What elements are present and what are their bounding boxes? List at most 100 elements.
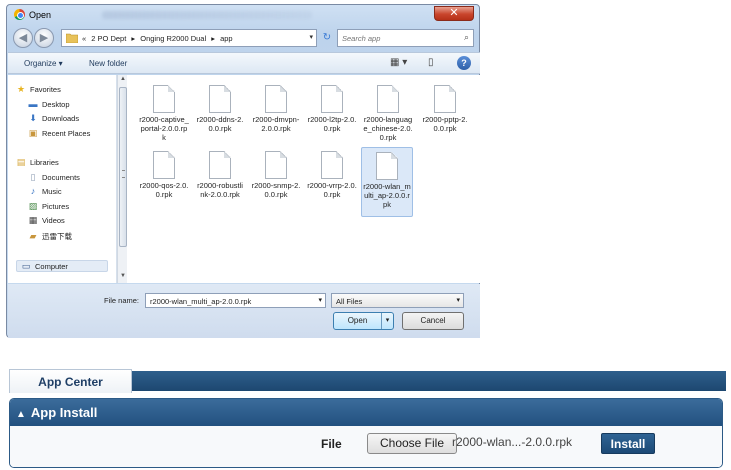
app-install-body: File Choose File r2000-wlan...-2.0.0.rpk… <box>10 426 722 467</box>
forward-button[interactable]: ▶ <box>34 28 54 48</box>
nav-favorites[interactable]: ★ Favorites <box>16 85 61 95</box>
file-icon <box>265 85 287 113</box>
address-row: ◀ ▶ « 2 PO Dept ▸ Onging R2000 Dual ▸ ap… <box>7 25 479 53</box>
pictures-icon: ▨ <box>28 201 38 211</box>
file-list: r2000-captive_portal-2.0.0.rpk r2000-ddn… <box>127 75 480 283</box>
file-item[interactable]: r2000-vrrp-2.0.0.rpk <box>306 147 358 199</box>
file-item[interactable]: r2000-robustlink-2.0.0.rpk <box>194 147 246 199</box>
recent-places-icon: ▣ <box>28 128 38 138</box>
file-icon <box>153 151 175 179</box>
nav-libraries[interactable]: ▤ Libraries <box>16 157 59 168</box>
breadcrumb-2-po-dept[interactable]: 2 PO Dept <box>91 34 126 43</box>
breadcrumb-app[interactable]: app <box>220 34 233 43</box>
forward-arrow-icon: ▶ <box>39 32 49 44</box>
file-name: r2000-dmvpn-2.0.0.rpk <box>252 115 300 133</box>
file-name: r2000-wlan_multi_ap-2.0.0.rpk <box>363 182 411 209</box>
nav-recent-places[interactable]: ▣ Recent Places <box>28 128 91 139</box>
nav-videos[interactable]: ▦ Videos <box>28 215 65 226</box>
file-name: r2000-l2tp-2.0.0.rpk <box>307 115 357 133</box>
file-icon <box>376 152 398 180</box>
install-button[interactable]: Install <box>601 433 655 454</box>
close-button[interactable]: ✕ <box>434 6 474 21</box>
nav-label: Favorites <box>30 85 61 94</box>
folder-icon: ▰ <box>29 231 37 241</box>
address-bar[interactable]: « 2 PO Dept ▸ Onging R2000 Dual ▸ app ▾ <box>61 29 317 47</box>
file-icon <box>321 85 343 113</box>
search-icon[interactable]: ⌕ <box>464 32 469 43</box>
file-item[interactable]: r2000-ddns-2.0.0.rpk <box>194 81 246 133</box>
address-history-dropdown[interactable]: ▾ <box>309 33 313 41</box>
file-icon <box>265 151 287 179</box>
file-name: r2000-vrrp-2.0.0.rpk <box>307 181 357 199</box>
nav-downloads[interactable]: ⬇ Downloads <box>28 113 80 124</box>
scroll-grip <box>122 170 125 178</box>
nav-label: Recent Places <box>42 129 91 138</box>
breadcrumb: « 2 PO Dept ▸ Onging R2000 Dual ▸ app <box>82 34 236 43</box>
file-item[interactable]: r2000-qos-2.0.0.rpk <box>138 147 190 199</box>
help-icon[interactable]: ? <box>457 56 471 70</box>
file-type-select[interactable]: All Files ▾ <box>331 293 464 308</box>
app-install-panel: ▲ App Install File Choose File r2000-wlan… <box>9 398 723 468</box>
file-item-selected[interactable]: r2000-wlan_multi_ap-2.0.0.rpk <box>361 147 413 217</box>
screenshot-root: Open ✕ ◀ ▶ « 2 PO Dept ▸ Onging R2000 Du… <box>0 0 731 470</box>
file-icon <box>434 85 456 113</box>
collapse-caret-icon[interactable]: ▲ <box>16 401 26 428</box>
choose-file-button[interactable]: Choose File <box>367 433 457 454</box>
file-item[interactable]: r2000-captive_portal-2.0.0.rpk <box>138 81 190 142</box>
nav-label: Pictures <box>42 202 70 211</box>
file-icon <box>321 151 343 179</box>
section-title: App Install <box>30 405 98 420</box>
navigation-pane: ★ Favorites ▬ Desktop ⬇ Downloads ▣ Rece… <box>8 75 117 283</box>
new-folder-button[interactable]: New folder <box>89 59 127 68</box>
breadcrumb-onging-r2000-dual[interactable]: Onging R2000 Dual <box>140 34 206 43</box>
libraries-icon: ▤ <box>16 157 26 167</box>
downloads-icon: ⬇ <box>29 113 37 123</box>
search-input[interactable] <box>342 32 452 44</box>
file-item[interactable]: r2000-snmp-2.0.0.rpk <box>250 147 302 199</box>
documents-icon: ▯ <box>30 172 36 182</box>
nav-music[interactable]: ♪ Music <box>28 187 62 197</box>
organize-menu[interactable]: Organize ▾ <box>24 59 63 68</box>
chevron-down-icon[interactable]: ▾ <box>318 296 322 304</box>
chosen-file-name: r2000-wlan...-2.0.0.rpk <box>452 435 573 449</box>
file-item[interactable]: r2000-pptp-2.0.0.rpk <box>419 81 471 133</box>
tab-app-center[interactable]: App Center <box>9 369 132 393</box>
file-type-value: All Files <box>336 297 363 306</box>
preview-pane-icon[interactable]: ▯ <box>428 57 434 68</box>
nav-scrollbar[interactable]: ▲ ▼ <box>117 75 127 283</box>
file-name-field[interactable]: r2000-wlan_multi_ap-2.0.0.rpk ▾ <box>145 293 326 308</box>
nav-label: 迅雷下载 <box>42 232 72 241</box>
file-name-value: r2000-wlan_multi_ap-2.0.0.rpk <box>150 297 252 306</box>
change-view-icon[interactable]: ▦ ▾ <box>390 57 407 68</box>
file-name: r2000-qos-2.0.0.rpk <box>139 181 189 199</box>
nav-desktop[interactable]: ▬ Desktop <box>28 99 70 110</box>
file-name: r2000-ddns-2.0.0.rpk <box>196 115 244 133</box>
refresh-button[interactable]: ↻ <box>320 29 334 47</box>
nav-documents[interactable]: ▯ Documents <box>28 172 80 183</box>
chevron-down-icon[interactable]: ▾ <box>456 296 460 304</box>
file-item[interactable]: r2000-language_chinese-2.0.0.rpk <box>362 81 414 142</box>
dialog-titlebar[interactable]: Open ✕ <box>7 5 479 25</box>
app-install-header[interactable]: ▲ App Install <box>10 399 722 426</box>
scrollbar-thumb[interactable] <box>119 87 127 247</box>
videos-icon: ▦ <box>28 215 38 225</box>
nav-label: Desktop <box>42 100 70 109</box>
breadcrumb-separator[interactable]: ▸ <box>131 34 135 43</box>
file-name: r2000-captive_portal-2.0.0.rpk <box>139 115 189 142</box>
cancel-button[interactable]: Cancel <box>402 312 464 330</box>
back-button[interactable]: ◀ <box>13 28 33 48</box>
breadcrumb-separator[interactable]: ▸ <box>211 34 215 43</box>
open-options-dropdown[interactable]: ▾ <box>381 313 393 329</box>
file-icon <box>209 85 231 113</box>
search-box[interactable]: ⌕ <box>337 29 474 47</box>
nav-computer[interactable]: ▭ Computer <box>16 260 108 272</box>
nav-pictures[interactable]: ▨ Pictures <box>28 201 70 212</box>
nav-thunder-downloads[interactable]: ▰ 迅雷下载 <box>28 231 72 242</box>
breadcrumb-overflow[interactable]: « <box>82 34 86 43</box>
open-button[interactable]: Open ▾ <box>333 312 394 330</box>
file-item[interactable]: r2000-l2tp-2.0.0.rpk <box>306 81 358 133</box>
nav-label: Downloads <box>42 114 80 123</box>
file-name: r2000-pptp-2.0.0.rpk <box>422 115 468 133</box>
file-item[interactable]: r2000-dmvpn-2.0.0.rpk <box>250 81 302 133</box>
desktop-icon: ▬ <box>28 99 38 109</box>
